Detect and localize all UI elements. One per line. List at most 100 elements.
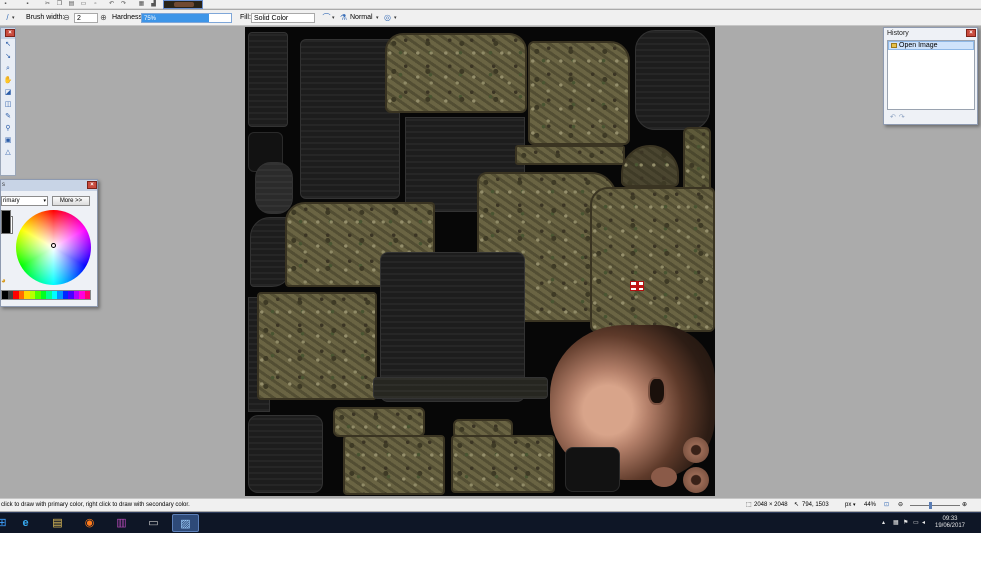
undo-icon[interactable]: ↶ [108, 1, 115, 7]
shirt-collar-texture [385, 33, 527, 113]
pan-tool-icon[interactable]: ✋ [1, 75, 15, 87]
palette-icon[interactable]: ◕ [1, 276, 6, 285]
gradient-tool-icon[interactable]: ▣ [1, 135, 15, 147]
eye-texture-2 [683, 467, 709, 493]
selection-mode-icon[interactable]: ◎ [383, 13, 392, 23]
fill-label: Fill: [240, 14, 251, 21]
chevron-down-icon[interactable]: ▾ [394, 13, 397, 23]
paste-icon[interactable]: ▤ [68, 1, 75, 7]
eraser-tool-icon[interactable]: ◫ [1, 99, 15, 111]
zoom-fit-icon[interactable]: ⊡ [884, 499, 889, 512]
history-item[interactable]: Open Image [888, 41, 974, 50]
paint-net-taskbar-button[interactable]: ▨ [172, 514, 199, 532]
hardness-label: Hardness: [112, 14, 144, 21]
zoom-slider[interactable] [910, 502, 960, 509]
ear-texture [648, 377, 666, 405]
chevron-down-icon[interactable]: ▾ [12, 13, 15, 23]
image-canvas[interactable] [245, 27, 715, 496]
chevron-down-icon[interactable]: ▾ [332, 13, 335, 23]
increase-icon[interactable]: ⊕ [99, 13, 108, 23]
history-nav: ↶↷ [890, 113, 908, 121]
move-pixels-tool-icon[interactable]: ↘ [1, 51, 15, 63]
chevron-down-icon[interactable]: ▾ [853, 499, 856, 512]
history-list: Open Image [887, 40, 975, 110]
flag-icon[interactable]: ⚑ [903, 519, 908, 526]
copy-icon[interactable]: ❐ [56, 1, 63, 7]
palette-swatch[interactable] [84, 291, 90, 299]
unit-select[interactable]: px [845, 499, 851, 512]
helmet-texture [621, 145, 679, 187]
start-icon[interactable]: ⊞ [0, 514, 8, 532]
lip-texture [651, 467, 677, 487]
taskbar: ⊞ e ▤ ◉ ▥ ▭ ▨ ▴ ▦ ⚑ ▭ ◂ 09:33 19/06/2017 [0, 512, 981, 533]
history-titlebar[interactable]: History × [884, 28, 977, 39]
brush-width-value: 2 [77, 15, 81, 22]
color-wheel-cursor[interactable] [51, 243, 56, 248]
paint-bucket-tool-icon[interactable]: ◪ [1, 87, 15, 99]
winrar-icon[interactable]: ▥ [108, 514, 135, 532]
top-menu-strip: ▪ ▪ ✂ ❐ ▤ ▭ ▫ ↶ ↷ ▦ ▟ [0, 0, 981, 9]
antialias-icon[interactable]: ⌒ [322, 13, 331, 23]
trouser-cuff-left-texture [343, 435, 445, 495]
color-palette[interactable] [1, 290, 91, 300]
close-icon[interactable]: × [87, 181, 97, 189]
print-icon[interactable]: ▪ [24, 1, 31, 7]
hardness-value: 75% [144, 16, 157, 22]
internet-explorer-icon[interactable]: e [12, 514, 39, 532]
clone-stamp-tool-icon[interactable]: ⚲ [1, 123, 15, 135]
paint-app-window: ▪ ▪ ✂ ❐ ▤ ▭ ▫ ↶ ↷ ▦ ▟ / ▾ Brush width: ⊖… [0, 0, 981, 533]
move-selection-tool-icon[interactable]: ↖ [1, 39, 15, 51]
grid-icon[interactable]: ▦ [138, 1, 145, 7]
image-size-icon: ⬚ [746, 502, 752, 508]
trouser-cuff-right-texture [451, 435, 555, 493]
redo-icon[interactable]: ↷ [899, 114, 908, 121]
close-icon[interactable]: × [5, 29, 15, 37]
chevron-down-icon[interactable]: ▾ [376, 13, 379, 23]
zoom-in-icon[interactable]: ⊕ [962, 499, 967, 512]
decrease-icon[interactable]: ⊖ [62, 13, 71, 23]
hardness-slider[interactable]: 75% [141, 13, 232, 23]
blend-mode-icon[interactable]: ⚗ [339, 13, 348, 23]
status-hint: click to draw with primary color, right … [1, 502, 190, 508]
fill-select[interactable]: Solid Color [251, 13, 315, 23]
colors-titlebar[interactable]: s × [1, 180, 97, 191]
clock[interactable]: 09:33 19/06/2017 [930, 516, 970, 530]
ruler-icon[interactable]: ▟ [150, 1, 157, 7]
primary-color-swatch[interactable] [1, 210, 11, 234]
shirt-front-texture [590, 187, 715, 332]
history-window: History × Open Image ↶↷ [883, 27, 978, 125]
shapes-tool-icon[interactable]: △ [1, 147, 15, 159]
zoom-value[interactable]: 44% [864, 499, 876, 512]
cuff-left-texture [333, 407, 425, 437]
cut-icon[interactable]: ✂ [44, 1, 51, 7]
brush-tool-icon[interactable]: / [3, 13, 12, 23]
chevron-down-icon: ▾ [43, 198, 46, 204]
deselect-icon[interactable]: ▫ [92, 1, 99, 7]
display-icon[interactable]: ▭ [913, 519, 919, 526]
tray-expand-icon[interactable]: ▴ [882, 519, 885, 526]
primary-select[interactable]: rimary ▾ [1, 196, 48, 206]
status-bar: click to draw with primary color, right … [0, 498, 981, 511]
volume-icon[interactable]: ◂ [922, 519, 925, 526]
file-explorer-icon[interactable]: ▤ [44, 514, 71, 532]
cursor-icon: ↖ [794, 502, 800, 508]
undo-icon[interactable]: ↶ [890, 114, 899, 121]
redo-icon[interactable]: ↷ [120, 1, 127, 7]
network-icon[interactable]: ▦ [893, 519, 899, 526]
image-tab-thumbnail[interactable] [163, 0, 203, 9]
firefox-icon[interactable]: ◉ [76, 514, 103, 532]
crop-icon[interactable]: ▭ [80, 1, 87, 7]
glove-texture [248, 415, 323, 493]
close-icon[interactable]: × [966, 29, 976, 37]
image-size: 2048 × 2048 [754, 502, 788, 508]
save-icon[interactable]: ▪ [2, 1, 9, 7]
blend-mode-value[interactable]: Normal [350, 13, 373, 23]
game-launcher-icon[interactable]: ▭ [140, 514, 167, 532]
zoom-tool-icon[interactable]: ⌕ [1, 63, 15, 75]
tools-titlebar[interactable]: × [1, 28, 15, 39]
more-button[interactable]: More >> [52, 196, 90, 206]
zoom-slider-thumb[interactable] [929, 502, 932, 509]
brush-width-input[interactable]: 2 [74, 13, 98, 23]
color-picker-tool-icon[interactable]: ✎ [1, 111, 15, 123]
zoom-out-icon[interactable]: ⊖ [898, 499, 903, 512]
